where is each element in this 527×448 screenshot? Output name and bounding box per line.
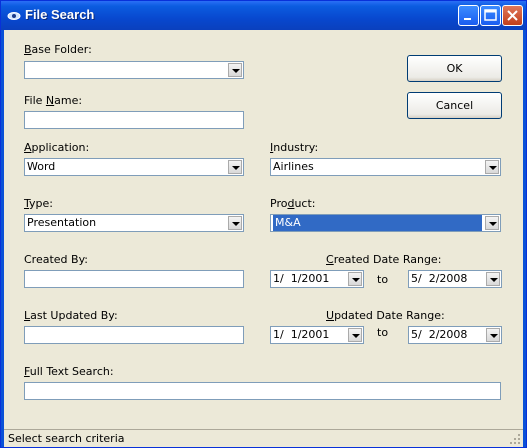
status-text: Select search criteria bbox=[8, 432, 125, 445]
file-name-input[interactable] bbox=[24, 111, 244, 129]
updated-date-range-label: Updated Date Range: bbox=[326, 309, 445, 322]
updated-to-value: 5/ 2/2008 bbox=[411, 328, 468, 341]
type-select[interactable]: Presentation bbox=[24, 214, 244, 232]
application-label: Application: bbox=[24, 141, 90, 154]
calendar-dropdown-icon[interactable] bbox=[348, 272, 362, 286]
cancel-button[interactable]: Cancel bbox=[407, 92, 502, 119]
created-from-value: 1/ 1/2001 bbox=[273, 272, 330, 285]
close-icon bbox=[507, 10, 518, 21]
chevron-down-icon[interactable] bbox=[228, 63, 242, 77]
product-value: M&A bbox=[273, 215, 482, 231]
file-name-label: File Name: bbox=[24, 94, 83, 107]
updated-from-value: 1/ 1/2001 bbox=[273, 328, 330, 341]
dialog-body: Base Folder: OK Cancel File Name: Applic… bbox=[4, 30, 523, 447]
chevron-down-icon[interactable] bbox=[485, 160, 499, 174]
window-title: File Search bbox=[25, 7, 95, 22]
updated-to-label: to bbox=[377, 326, 389, 339]
status-bar: Select search criteria bbox=[4, 429, 523, 447]
type-value: Presentation bbox=[27, 216, 97, 229]
product-label: Product: bbox=[270, 197, 316, 210]
created-date-range-label: Created Date Range: bbox=[326, 253, 442, 266]
industry-value: Airlines bbox=[273, 160, 314, 173]
chevron-down-icon[interactable] bbox=[228, 216, 242, 230]
app-icon bbox=[7, 12, 21, 20]
created-to-label: to bbox=[377, 273, 389, 286]
last-updated-by-label: Last Updated By: bbox=[24, 309, 118, 322]
created-to-value: 5/ 2/2008 bbox=[411, 272, 468, 285]
resize-grip-icon[interactable] bbox=[509, 433, 521, 445]
chevron-down-icon[interactable] bbox=[228, 160, 242, 174]
updated-from-date[interactable]: 1/ 1/2001 bbox=[270, 326, 364, 344]
full-text-search-label: Full Text Search: bbox=[24, 365, 114, 378]
close-button[interactable] bbox=[502, 5, 523, 26]
maximize-icon bbox=[484, 9, 497, 21]
industry-select[interactable]: Airlines bbox=[270, 158, 501, 176]
title-bar[interactable]: File Search bbox=[1, 1, 526, 30]
ok-button[interactable]: OK bbox=[407, 55, 502, 82]
minimize-icon bbox=[464, 18, 471, 20]
minimize-button[interactable] bbox=[458, 5, 479, 26]
created-by-label: Created By: bbox=[24, 253, 88, 266]
application-select[interactable]: Word bbox=[24, 158, 244, 176]
updated-to-date[interactable]: 5/ 2/2008 bbox=[408, 326, 502, 344]
application-value: Word bbox=[27, 160, 56, 173]
calendar-dropdown-icon[interactable] bbox=[486, 272, 500, 286]
created-by-input[interactable] bbox=[24, 270, 244, 288]
created-from-date[interactable]: 1/ 1/2001 bbox=[270, 270, 364, 288]
last-updated-by-input[interactable] bbox=[24, 326, 244, 344]
industry-label: Industry: bbox=[270, 141, 319, 154]
product-select[interactable]: M&A bbox=[270, 214, 501, 232]
full-text-search-input[interactable] bbox=[24, 382, 501, 400]
chevron-down-icon[interactable] bbox=[485, 216, 499, 230]
calendar-dropdown-icon[interactable] bbox=[486, 328, 500, 342]
file-search-window: File Search Base Folder: OK Cancel File … bbox=[0, 0, 527, 448]
created-to-date[interactable]: 5/ 2/2008 bbox=[408, 270, 502, 288]
base-folder-select[interactable] bbox=[24, 61, 244, 79]
maximize-button[interactable] bbox=[480, 5, 501, 26]
calendar-dropdown-icon[interactable] bbox=[348, 328, 362, 342]
type-label: Type: bbox=[24, 197, 53, 210]
base-folder-label: Base Folder: bbox=[24, 43, 92, 56]
